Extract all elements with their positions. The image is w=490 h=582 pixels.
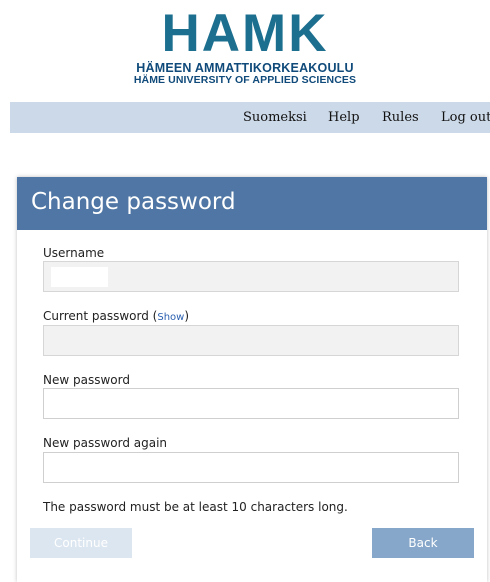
new-password-field[interactable] [43, 388, 459, 419]
nav-link-help[interactable]: Help [328, 102, 360, 133]
username-redacted-value [51, 267, 108, 287]
new-password-again-field[interactable] [43, 452, 459, 483]
show-password-link[interactable]: Show [157, 312, 184, 323]
username-field [43, 261, 459, 292]
current-password-label: Current password (Show) [43, 309, 189, 323]
continue-button[interactable]: Continue [30, 528, 132, 558]
card-header: Change password [17, 177, 487, 230]
username-label: Username [43, 246, 105, 260]
nav-link-log-out[interactable]: Log out [441, 102, 490, 133]
change-password-card: Change password Username Current passwor… [17, 177, 487, 582]
nav-link-rules[interactable]: Rules [382, 102, 419, 133]
new-password-label: New password [43, 373, 130, 387]
top-navbar: Suomeksi Help Rules Log out [10, 102, 490, 133]
nav-link-suomeksi[interactable]: Suomeksi [243, 102, 307, 133]
new-password-again-label: New password again [43, 436, 168, 450]
logo-subtitle-en: HÄME UNIVERSITY OF APPLIED SCIENCES [133, 74, 357, 86]
current-password-label-close: ) [184, 309, 190, 323]
back-button[interactable]: Back [372, 528, 474, 558]
hamk-logo: HAMK HÄMEEN AMMATTIKORKEAKOULU HÄME UNIV… [0, 4, 490, 86]
logo-subtitle-fi: HÄMEEN AMMATTIKORKEAKOULU [136, 61, 354, 75]
password-length-hint: The password must be at least 10 charact… [43, 500, 348, 514]
current-password-label-text: Current password ( [43, 309, 158, 323]
page-title: Change password [31, 189, 236, 215]
logo-wordmark: HAMK [161, 4, 329, 63]
current-password-field[interactable] [43, 325, 459, 356]
